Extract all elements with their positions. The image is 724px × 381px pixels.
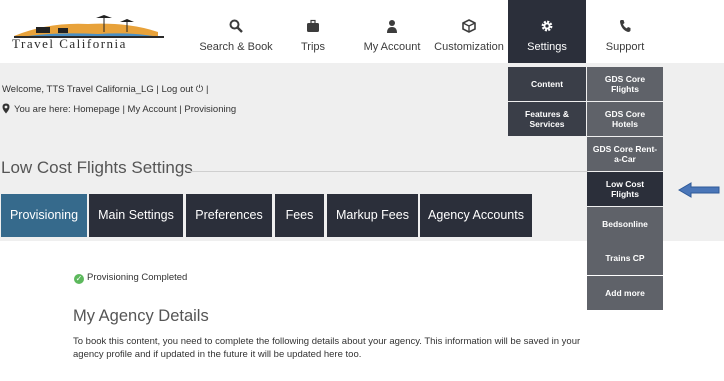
nav-customization[interactable]: Customization: [434, 0, 504, 63]
nav-trips[interactable]: Trips: [284, 0, 342, 63]
nav-my-account[interactable]: My Account: [356, 0, 428, 63]
nav-label: Search & Book: [199, 41, 273, 53]
menu-item-gds-core-rent-a-car[interactable]: GDS Core Rent-a-Car: [587, 137, 663, 171]
top-navbar: Travel California Search & Book Trips My…: [0, 0, 724, 63]
search-icon: [198, 19, 274, 33]
nav-settings[interactable]: Settings: [508, 0, 586, 63]
nav-support[interactable]: Support: [590, 0, 660, 63]
description-text: To book this content, you need to comple…: [73, 336, 581, 360]
nav-search-book[interactable]: Search & Book: [198, 0, 274, 63]
menu-item-low-cost-flights[interactable]: Low Cost Flights: [587, 172, 663, 206]
phone-icon: [590, 19, 660, 33]
tab-markup-fees[interactable]: Markup Fees: [327, 194, 418, 237]
pointer-arrow-icon: [678, 182, 720, 203]
status-text: Provisioning Completed: [87, 272, 188, 283]
user-icon: [356, 19, 428, 33]
tab-main-settings[interactable]: Main Settings: [89, 194, 183, 237]
status-message: ✓ Provisioning Completed: [74, 272, 187, 284]
menu-item-gds-core-flights[interactable]: GDS Core Flights: [587, 67, 663, 101]
menu-item-add-more[interactable]: Add more: [587, 276, 663, 310]
menu-item-bedsonline[interactable]: Bedsonline: [587, 207, 663, 241]
nav-label: Support: [605, 41, 645, 53]
welcome-text: Welcome, TTS Travel California_LG | Log …: [2, 84, 209, 95]
menu-item-gds-core-hotels[interactable]: GDS Core Hotels: [587, 102, 663, 136]
tab-agency-accounts[interactable]: Agency Accounts: [420, 194, 532, 237]
tab-provisioning[interactable]: Provisioning: [1, 194, 87, 237]
section-title: My Agency Details: [73, 307, 209, 325]
cube-icon: [434, 19, 504, 33]
menu-item-trains-cp[interactable]: Trains CP: [587, 241, 663, 275]
check-circle-icon: ✓: [74, 274, 84, 284]
menu-item-features-services[interactable]: Features & Services: [508, 102, 586, 136]
menu-item-content[interactable]: Content: [508, 67, 586, 101]
nav-label: My Account: [363, 41, 421, 53]
gear-icon: [508, 19, 586, 33]
breadcrumb: You are here: Homepage | My Account | Pr…: [2, 103, 236, 117]
title-divider: [188, 171, 588, 172]
briefcase-icon: [284, 19, 342, 33]
nav-label: Customization: [434, 41, 504, 53]
breadcrumb-text[interactable]: You are here: Homepage | My Account | Pr…: [14, 104, 236, 115]
logo-text: Travel California: [12, 36, 127, 51]
page-title: Low Cost Flights Settings: [1, 158, 193, 177]
nav-label: Settings: [527, 41, 567, 53]
tab-preferences[interactable]: Preferences: [186, 194, 272, 237]
tab-fees[interactable]: Fees: [275, 194, 324, 237]
location-pin-icon: [2, 103, 10, 117]
nav-label: Trips: [300, 41, 326, 53]
